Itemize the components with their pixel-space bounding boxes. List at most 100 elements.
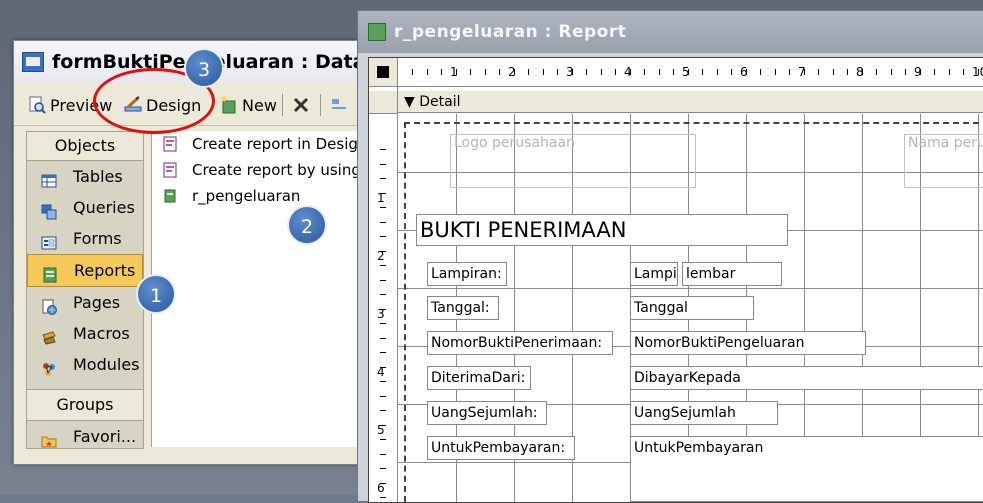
detail-section-canvas[interactable]: Logo perusahaan Nama perusahaan BUKTI PE… [398,114,983,502]
large-icons-icon [330,96,348,114]
ruler-tick [380,207,386,208]
detail-section-header[interactable]: ▼ Detail [398,91,983,113]
step-2-badge: 2 [287,205,327,245]
delete-button[interactable] [292,94,314,116]
ruler-tick [380,482,386,484]
object-modules-label: Modules [73,355,140,374]
ruler-tick [774,69,776,75]
ruler-tick [380,149,386,150]
section-label: Detail [419,94,461,110]
nomor-bukti-label[interactable]: NomorBuktiPenerimaan: [427,331,613,355]
ruler-tick [571,69,573,75]
ruler-tick [745,69,747,75]
logo-image-control[interactable]: Logo perusahaan [450,134,696,188]
step-1-badge: 1 [136,274,176,314]
nomor-bukti-field[interactable]: NomorBuktiPengeluaran [630,331,866,355]
object-reports[interactable]: Reports [27,254,143,287]
ruler-tick [513,69,515,75]
page-margin-line [404,122,983,124]
ruler-tick [919,69,921,75]
new-button[interactable]: New [220,94,277,116]
page-margin-line [404,122,406,502]
object-modules[interactable]: Modules [27,349,143,380]
ruler-tick [484,69,486,75]
ruler-tick [380,497,386,498]
object-pages-label: Pages [73,293,121,312]
objects-header[interactable]: Objects [27,132,143,161]
ruler-tick [658,69,660,75]
group-favorites-label: Favori... [73,427,137,446]
object-forms-label: Forms [73,229,122,248]
ruler-tick [380,250,386,252]
object-queries[interactable]: Queries [27,192,143,223]
ruler-tick [847,69,848,75]
ruler-tick [455,69,457,75]
ruler-tick [499,69,500,75]
tanggal-label[interactable]: Tanggal: [427,296,499,320]
group-favorites[interactable]: Favori... [27,421,143,452]
object-tables[interactable]: Tables [27,161,143,192]
macro-icon [41,325,57,345]
report-list: Create report in Design view Create repo… [151,131,415,447]
ruler-tick [861,69,863,75]
untuk-pembayaran-field[interactable]: UntukPembayaran [630,436,983,502]
object-pages[interactable]: Pages [27,287,143,318]
ruler-tick [380,178,386,179]
ruler-tick [426,69,428,75]
section-arrow-icon: ▼ [404,94,415,110]
heading-label[interactable]: BUKTI PENERIMAAN [416,214,788,246]
ruler-tick [731,69,732,75]
horizontal-ruler[interactable]: 1 2 3 4 5 6 7 8 9 10 [398,58,983,87]
object-tables-label: Tables [73,167,123,186]
lampiran-field[interactable]: Lampi [630,262,678,286]
uang-sejumlah-field[interactable]: UangSejumlah [630,401,778,425]
large-icons-button[interactable] [330,94,352,116]
ruler-tick [673,69,674,75]
ruler-tick [557,69,558,75]
ruler-tick [789,69,790,75]
tanggal-field[interactable]: Tanggal [630,296,754,320]
select-report-box[interactable] [369,58,398,87]
favorites-folder-icon [41,428,57,448]
uang-sejumlah-label[interactable]: UangSejumlah: [427,401,547,425]
new-icon [220,96,238,114]
ruler-tick [380,294,386,295]
form-icon [41,230,57,250]
report-title-bar[interactable]: r_pengeluaran : Report [358,11,983,53]
ruler-tick [380,192,386,194]
ruler-tick [380,221,386,223]
ruler-tick [528,69,529,75]
toolbar-separator [320,94,321,116]
ruler-tick [905,69,906,75]
object-macros-label: Macros [73,324,130,343]
ruler-tick [702,69,703,75]
list-item[interactable]: r_pengeluaran [162,187,300,205]
ruler-tick [890,69,892,75]
groups-header[interactable]: Groups [27,389,143,421]
ruler-tick [412,69,413,75]
ruler-tick [876,69,877,75]
untuk-pembayaran-label[interactable]: UntukPembayaran: [427,436,575,460]
ruler-tick [818,69,819,75]
module-icon [41,356,57,376]
object-queries-label: Queries [73,198,135,217]
objects-pane: Objects Tables Queries Forms Reports Pag… [26,131,144,449]
lampiran-label[interactable]: Lampiran: [427,262,507,286]
object-macros[interactable]: Macros [27,318,143,349]
dibayar-kepada-field[interactable]: DibayarKepada [630,366,983,390]
preview-icon [28,96,46,114]
vertical-ruler[interactable]: 1 2 3 4 5 6 [369,87,398,502]
ruler-tick [948,69,950,75]
ruler-tick [600,69,602,75]
object-reports-label: Reports [74,261,136,280]
company-name-control[interactable]: Nama perusahaan [904,134,983,188]
section-selector[interactable] [369,91,398,114]
ruler-tick [586,69,587,75]
diterima-dari-label[interactable]: DiterimaDari: [427,366,531,390]
page-icon [41,294,57,315]
object-forms[interactable]: Forms [27,223,143,254]
lembar-label[interactable]: lembar [682,262,782,286]
report-icon [42,262,58,283]
ruler-tick [380,381,386,382]
query-icon [41,199,57,220]
